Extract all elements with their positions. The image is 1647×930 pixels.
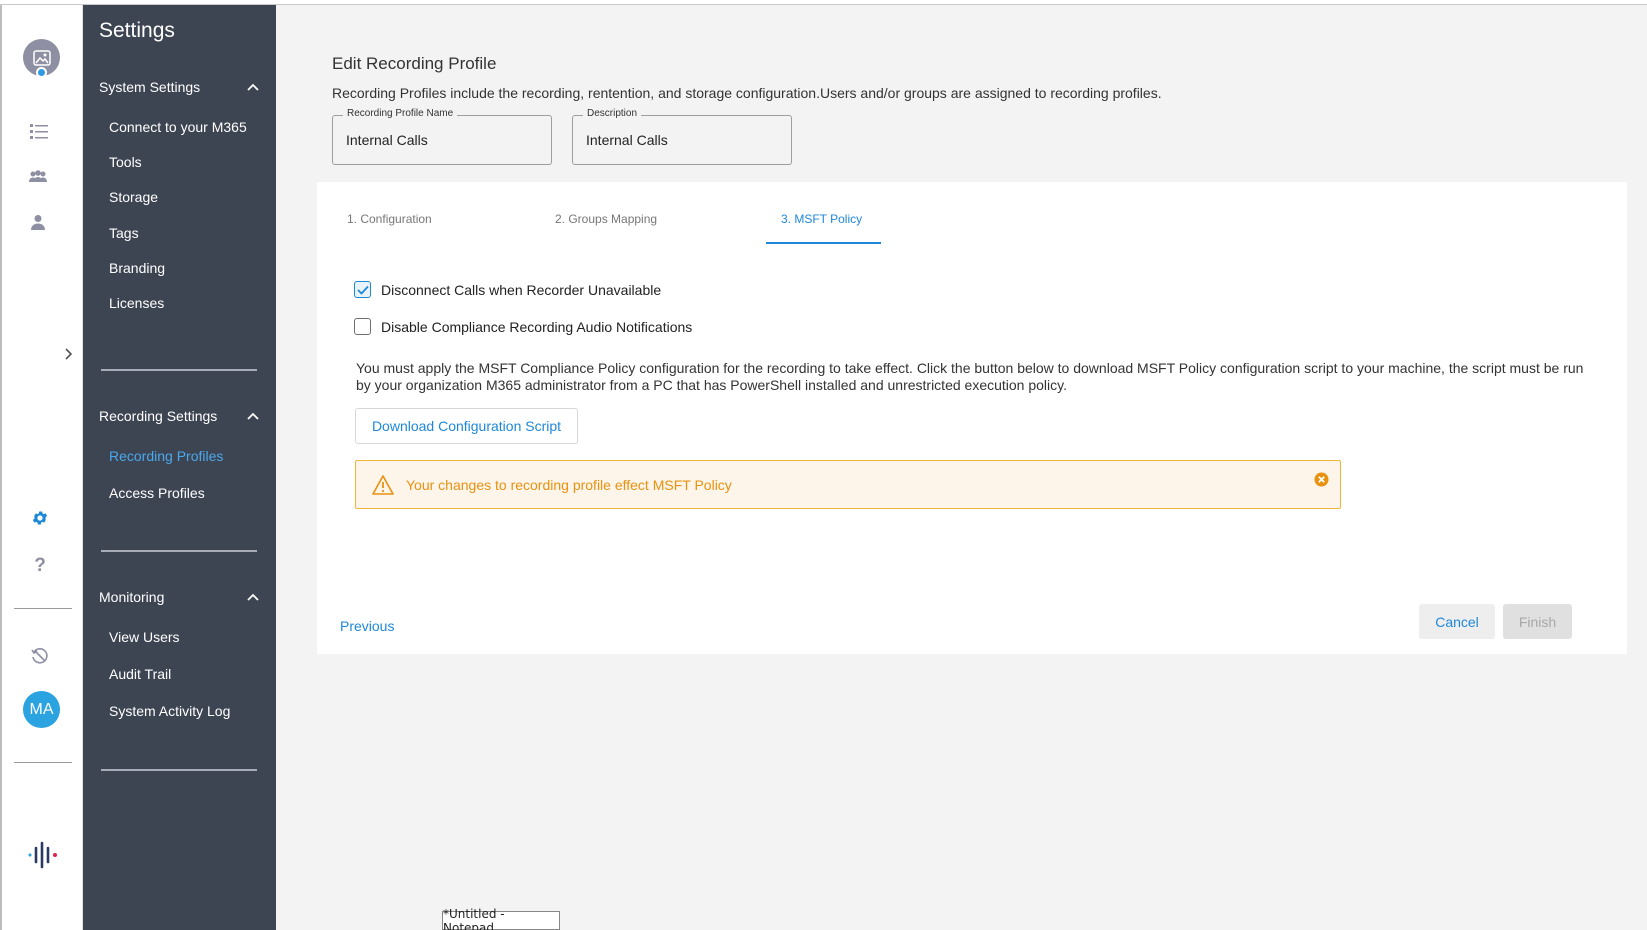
sidebar-item-system-activity-log[interactable]: System Activity Log — [109, 703, 230, 719]
policy-info-text: You must apply the MSFT Compliance Polic… — [356, 360, 1584, 393]
field-label: Description — [583, 108, 642, 119]
page-title: Edit Recording Profile — [332, 54, 497, 73]
sidebar-item-licenses[interactable]: Licenses — [109, 295, 164, 311]
user-avatar[interactable]: MA — [23, 691, 60, 728]
section-label: Monitoring — [99, 589, 165, 605]
taskbar-notepad-item[interactable]: *Untitled - Notepad — [442, 907, 560, 930]
status-dot-icon — [36, 67, 47, 78]
tab-msft-policy[interactable]: 3. MSFT Policy — [781, 212, 862, 226]
profile-name-field[interactable]: Recording Profile Name Internal Calls — [332, 108, 552, 165]
warning-banner: Your changes to recording profile effect… — [355, 460, 1341, 509]
person-icon[interactable] — [28, 212, 48, 232]
section-label: Recording Settings — [99, 408, 218, 424]
sidebar-item-connect-m365[interactable]: Connect to your M365 — [109, 119, 247, 135]
download-script-button[interactable]: Download Configuration Script — [355, 408, 578, 444]
section-header-system-settings[interactable]: System Settings — [99, 79, 259, 95]
sidebar-item-view-users[interactable]: View Users — [109, 629, 180, 645]
sidebar-item-tags[interactable]: Tags — [109, 225, 139, 241]
chevron-up-icon — [247, 81, 259, 93]
rail-divider — [14, 608, 72, 609]
warning-icon — [372, 475, 394, 495]
tab-configuration[interactable]: 1. Configuration — [347, 212, 432, 226]
brand-logo-icon — [27, 840, 59, 870]
icon-rail: ? MA — [0, 5, 83, 930]
option-disconnect-calls[interactable]: Disconnect Calls when Recorder Unavailab… — [354, 281, 661, 298]
rail-divider — [14, 762, 72, 763]
section-label: System Settings — [99, 79, 201, 95]
chevron-up-icon — [247, 410, 259, 422]
section-header-recording-settings[interactable]: Recording Settings — [99, 408, 259, 424]
chevron-right-icon[interactable] — [62, 347, 76, 361]
option-label: Disconnect Calls when Recorder Unavailab… — [381, 281, 662, 298]
description-field[interactable]: Description Internal Calls — [572, 108, 792, 165]
checkbox-checked[interactable] — [354, 281, 371, 298]
tab-groups-mapping[interactable]: 2. Groups Mapping — [555, 212, 657, 226]
gear-icon[interactable] — [30, 508, 50, 528]
active-tab-indicator — [766, 242, 881, 244]
checkmark-icon — [356, 285, 369, 295]
sidebar-divider — [101, 550, 257, 552]
sidebar-item-tools[interactable]: Tools — [109, 154, 142, 170]
list-icon[interactable] — [28, 122, 50, 140]
cancel-button[interactable]: Cancel — [1419, 604, 1495, 639]
chevron-up-icon — [247, 591, 259, 603]
field-label: Recording Profile Name — [343, 108, 458, 119]
sidebar-item-access-profiles[interactable]: Access Profiles — [109, 485, 205, 501]
checkbox-unchecked[interactable] — [354, 318, 371, 335]
finish-button[interactable]: Finish — [1503, 604, 1572, 639]
help-icon[interactable]: ? — [32, 555, 48, 576]
settings-sidebar: Settings System Settings Connect to your… — [83, 5, 276, 930]
warning-text: Your changes to recording profile effect… — [406, 477, 732, 493]
option-label: Disable Compliance Recording Audio Notif… — [381, 318, 693, 335]
wizard-card: 1. Configuration 2. Groups Mapping 3. MS… — [317, 182, 1627, 654]
main-content: Edit Recording Profile Recording Profile… — [276, 5, 1647, 930]
group-icon[interactable] — [27, 168, 49, 186]
sidebar-title: Settings — [99, 19, 175, 42]
image-avatar-icon[interactable] — [23, 39, 60, 78]
option-disable-audio-notifications[interactable]: Disable Compliance Recording Audio Notif… — [354, 318, 692, 335]
sidebar-item-audit-trail[interactable]: Audit Trail — [109, 666, 171, 682]
history-icon[interactable] — [30, 646, 50, 666]
sidebar-item-branding[interactable]: Branding — [109, 260, 165, 276]
close-icon[interactable] — [1314, 472, 1329, 487]
previous-button[interactable]: Previous — [340, 618, 394, 634]
sidebar-item-recording-profiles[interactable]: Recording Profiles — [109, 448, 223, 464]
sidebar-item-storage[interactable]: Storage — [109, 189, 158, 205]
section-header-monitoring[interactable]: Monitoring — [99, 589, 259, 605]
page-description: Recording Profiles include the recording… — [332, 85, 1162, 101]
field-value: Internal Calls — [346, 132, 428, 148]
sidebar-divider — [101, 369, 257, 371]
field-value: Internal Calls — [586, 132, 668, 148]
sidebar-divider — [101, 769, 257, 771]
